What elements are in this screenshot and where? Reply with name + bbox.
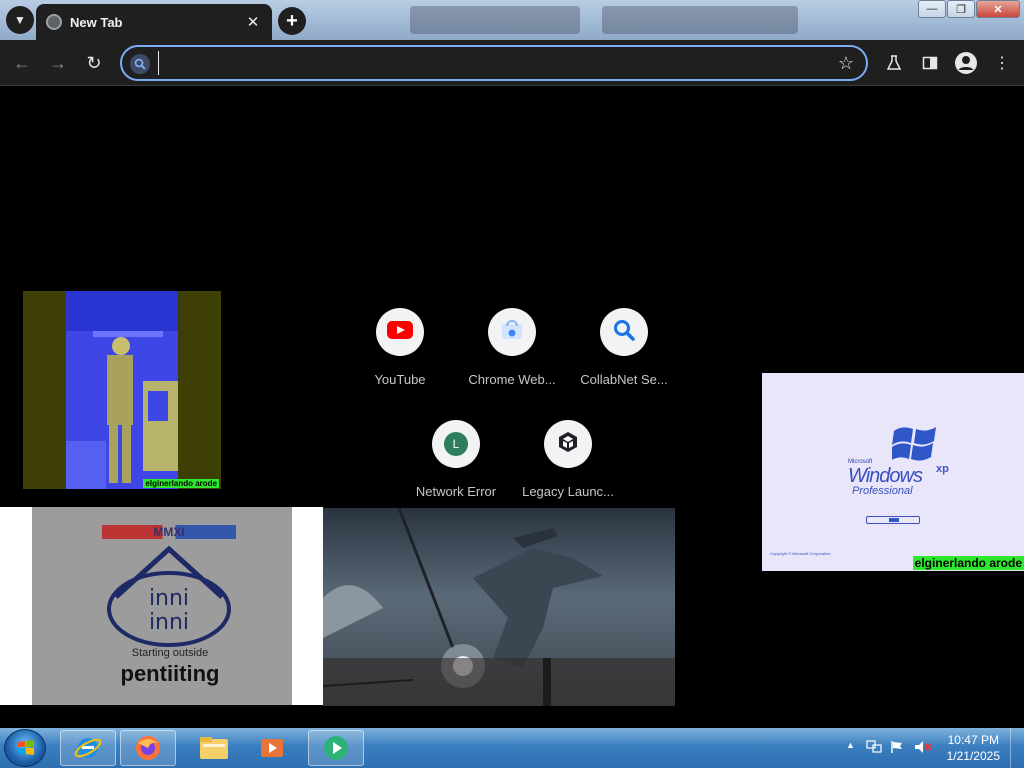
avatar-icon	[955, 52, 977, 74]
youtube-icon	[387, 320, 413, 344]
file-explorer-icon	[200, 737, 228, 759]
arrow-left-icon: ←	[13, 52, 31, 73]
legacy-launcher-icon	[557, 431, 579, 458]
firefox-icon	[136, 736, 160, 760]
shortcut-label: Chrome Web...	[468, 372, 556, 387]
emblem-caption: Starting outside	[131, 647, 209, 659]
emblem-word: pentiiting	[120, 661, 220, 686]
shortcut-tile	[376, 308, 424, 356]
tab-search-button[interactable]: ▼	[6, 6, 34, 34]
background-window-ghost	[410, 6, 580, 34]
close-window-button[interactable]: ✕	[976, 0, 1020, 18]
bookmark-star-icon[interactable]: ☆	[838, 53, 854, 74]
overlay-aircraft-scene	[323, 508, 675, 706]
new-tab-button[interactable]: +	[278, 7, 306, 35]
taskbar-media-player[interactable]	[244, 730, 300, 766]
system-clock[interactable]: 10:47 PM 1/21/2025	[947, 732, 1000, 764]
taskbar-media-center[interactable]	[308, 730, 364, 766]
browser-tab-strip: ▼ New Tab ✕ + — ❐ ✕	[0, 0, 1024, 40]
show-desktop-button[interactable]	[1010, 728, 1024, 768]
letter-l-text: L	[452, 437, 460, 451]
labs-flask-icon[interactable]	[882, 51, 906, 75]
shortcut-label: Legacy Launc...	[522, 484, 614, 499]
shortcut-label: Network Error	[415, 484, 497, 499]
shortcut-collabnet[interactable]: CollabNet Se...	[568, 308, 680, 387]
clock-date: 1/21/2025	[946, 749, 1000, 763]
shortcut-tile	[544, 420, 592, 468]
plus-icon: +	[286, 9, 298, 32]
reload-button[interactable]: ↻	[80, 49, 108, 77]
overlay-windows-xp-splash: Microsoft Windows xp Professional Copyri…	[762, 373, 1024, 571]
side-panel-icon[interactable]	[918, 51, 942, 75]
reload-icon: ↻	[86, 52, 102, 73]
windows-logo-icon	[18, 740, 34, 755]
shortcut-tile	[600, 308, 648, 356]
shortcut-legacy-launcher[interactable]: Legacy Launc...	[512, 420, 624, 499]
clock-time: 10:47 PM	[947, 733, 999, 747]
xp-copyright-label: Copyright © Microsoft Corporation	[770, 551, 831, 556]
xp-loading-bar	[866, 516, 920, 524]
svg-text:inni: inni	[149, 610, 189, 635]
profile-button[interactable]	[954, 51, 978, 75]
windows-taskbar: ▲ 10:47 PM 1/21/2025	[0, 728, 1024, 768]
more-menu-icon[interactable]: ⋮	[990, 51, 1014, 75]
arrow-right-icon: →	[49, 52, 67, 73]
shortcut-youtube[interactable]: YouTube	[344, 308, 456, 387]
tab-title: New Tab	[70, 14, 123, 30]
overlay-thermal-photo: elginerlando arode	[23, 291, 221, 489]
windows-flag-icon	[892, 427, 936, 461]
media-center-icon	[324, 736, 348, 760]
background-window-ghost	[602, 6, 798, 34]
minimize-button[interactable]: —	[918, 0, 946, 18]
screen: ▼ New Tab ✕ + — ❐ ✕ ← → ↻ ☆ ⋮ YouTube Ch…	[0, 0, 1024, 768]
internet-explorer-icon	[74, 738, 102, 758]
shortcut-chrome-web-store[interactable]: Chrome Web...	[456, 308, 568, 387]
letter-l-icon: L	[444, 432, 468, 456]
shortcut-tile	[488, 308, 536, 356]
svg-text:inni: inni	[149, 586, 189, 611]
forward-button[interactable]: →	[44, 49, 72, 77]
address-input[interactable]	[158, 51, 828, 75]
chrome-web-store-icon	[501, 319, 523, 345]
xp-xp-label: xp	[936, 463, 949, 475]
tray-expand-icon[interactable]: ▲	[846, 740, 855, 750]
address-bar[interactable]: ☆	[120, 45, 868, 81]
shortcut-label: YouTube	[374, 372, 426, 387]
network-icon[interactable]	[866, 740, 882, 757]
emblem-circle-icon: inni inni	[107, 545, 231, 647]
window-controls: — ❐ ✕	[917, 0, 1020, 20]
overlay-emblem-image: MMXI inni inni Starting outside pentiiti…	[0, 507, 323, 705]
taskbar-file-explorer[interactable]	[186, 730, 242, 766]
search-icon	[130, 54, 150, 74]
xp-loading-progress	[889, 518, 899, 522]
xp-edition-label: Professional	[852, 485, 913, 497]
watermark-label: elginerlando arode	[143, 479, 219, 488]
shortcut-network-error[interactable]: L Network Error	[400, 420, 512, 499]
shortcut-label: CollabNet Se...	[580, 372, 668, 387]
shortcut-tile: L	[432, 420, 480, 468]
search-icon	[612, 318, 636, 347]
tab-new-tab[interactable]: New Tab ✕	[36, 4, 272, 40]
aircraft-scene-art	[323, 508, 675, 706]
media-player-icon	[261, 739, 283, 757]
action-center-flag-icon[interactable]	[890, 740, 904, 757]
taskbar-internet-explorer[interactable]	[60, 730, 116, 766]
start-button[interactable]	[4, 729, 46, 767]
watermark-label: elginerlando arode	[912, 556, 1024, 570]
globe-icon	[46, 14, 62, 30]
browser-toolbar: ← → ↻ ☆ ⋮	[0, 40, 1024, 86]
back-button[interactable]: ←	[8, 49, 36, 77]
volume-muted-icon[interactable]	[914, 740, 932, 757]
close-icon[interactable]: ✕	[244, 13, 262, 31]
taskbar-firefox[interactable]	[120, 730, 176, 766]
restore-button[interactable]: ❐	[947, 0, 975, 18]
chevron-down-icon: ▼	[14, 13, 26, 27]
